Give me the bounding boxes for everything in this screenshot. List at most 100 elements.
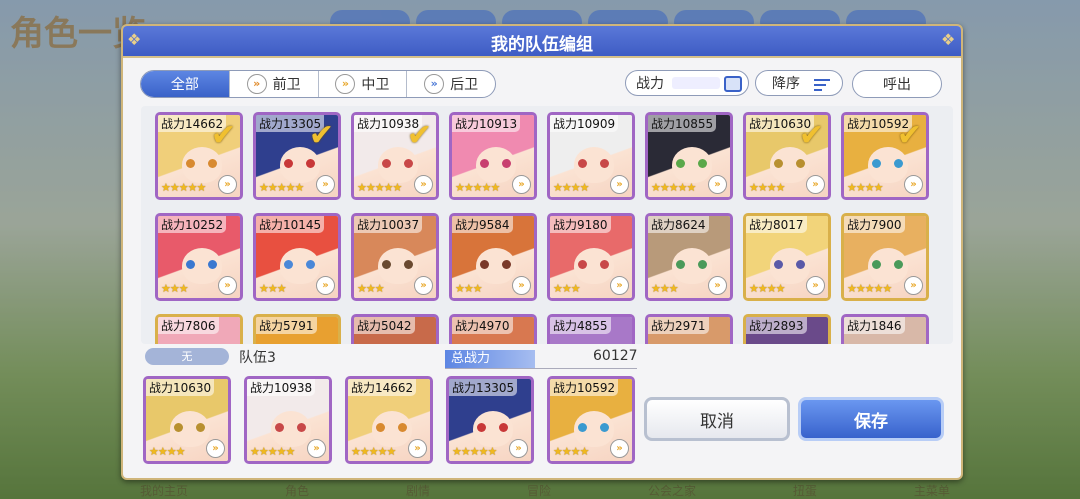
background-bottom-nav: 我的主页 角色 剧情 冒险 公会之家 扭蛋 主菜单 (120, 479, 970, 499)
character-card[interactable]: 战力5042★★★» (351, 314, 439, 344)
character-card[interactable]: 战力13305 ★★★★★» ✔ (253, 112, 341, 200)
character-card[interactable]: 战力7806★★★» (155, 314, 243, 344)
power-label: 战力10037 (354, 216, 423, 233)
total-power-label: 总战力 (445, 350, 535, 368)
character-card[interactable]: 战力10592 ★★★★ » (547, 376, 635, 464)
power-label: 战力1846 (844, 317, 905, 334)
call-label: 呼出 (883, 77, 911, 93)
eye (698, 260, 707, 269)
eye (186, 159, 195, 168)
power-label: 战力5791 (256, 317, 317, 334)
eye (284, 159, 293, 168)
power-label: 战力10630 (146, 379, 215, 396)
character-card[interactable]: 战力9584 ★★★ » (449, 213, 537, 301)
eye (698, 159, 707, 168)
character-card[interactable]: 战力2893★★★» (743, 314, 831, 344)
order-label: 降序 (772, 76, 800, 92)
roster-grid-area[interactable]: 战力14662 ★★★★★» ✔ 战力13305 ★★★★★» ✔ 战力10938 ★★★★★… (141, 106, 953, 344)
check-icon: ✔ (896, 118, 922, 153)
power-label: 战力10592 (550, 379, 619, 396)
star-rating: ★★★★ (749, 181, 785, 194)
check-icon: ✔ (406, 118, 432, 153)
power-label: 战力7900 (844, 216, 905, 233)
eye (196, 423, 205, 432)
power-label: 战力8624 (648, 216, 709, 233)
character-card[interactable]: 战力10630 ★★★★ » (143, 376, 231, 464)
tab-all[interactable]: 全部 (141, 71, 230, 97)
eye (306, 159, 315, 168)
tab-mid[interactable]: » 中卫 (319, 71, 408, 97)
eye (894, 159, 903, 168)
tab-back-label: 后卫 (450, 77, 479, 93)
character-card[interactable]: 战力8624 ★★★ » (645, 213, 733, 301)
eye (382, 260, 391, 269)
star-rating: ★★★★★ (455, 181, 500, 194)
character-card[interactable]: 战力9180 ★★★ » (547, 213, 635, 301)
character-card[interactable]: 战力10913 ★★★★★ » (449, 112, 537, 200)
cancel-button[interactable]: 取消 (644, 397, 790, 441)
order-button[interactable]: 降序 (755, 70, 843, 96)
team-name: 队伍3 (239, 350, 276, 366)
save-button[interactable]: 保存 (798, 397, 944, 441)
sort-select[interactable]: 战力 (625, 70, 749, 96)
eye (174, 423, 183, 432)
character-card[interactable]: 战力5791★★★» (253, 314, 341, 344)
eye (600, 423, 609, 432)
character-card[interactable]: 战力14662 ★★★★★» ✔ (155, 112, 243, 200)
power-label: 战力10913 (452, 115, 521, 132)
background-nav-item: 主菜单 (913, 484, 950, 498)
eye (480, 159, 489, 168)
position-icon: » (414, 175, 433, 194)
chevron-back-icon: » (424, 74, 445, 94)
character-card[interactable]: 战力4970★★★» (449, 314, 537, 344)
character-card[interactable]: 战力10909 ★★★★ » (547, 112, 635, 200)
star-rating: ★★★ (455, 282, 483, 295)
chevron-front-icon: » (246, 74, 267, 94)
character-card[interactable]: 战力10037 ★★★ » (351, 213, 439, 301)
character-card[interactable]: 战力10938 ★★★★★ » (244, 376, 332, 464)
position-icon: » (610, 175, 629, 194)
character-card[interactable]: 战力10252 ★★★ » (155, 213, 243, 301)
star-rating: ★★★ (553, 282, 581, 295)
team-badge[interactable]: 无 (145, 348, 229, 365)
character-card[interactable]: 战力10630 ★★★★» ✔ (743, 112, 831, 200)
check-icon: ✔ (798, 118, 824, 153)
position-icon: » (509, 439, 528, 458)
character-card[interactable]: 战力10145 ★★★ » (253, 213, 341, 301)
position-icon: » (610, 276, 629, 295)
power-label: 战力10938 (247, 379, 316, 396)
dialog-title: 我的队伍编组 (491, 35, 593, 55)
character-card[interactable]: 战力10855 ★★★★★ » (645, 112, 733, 200)
eye (297, 423, 306, 432)
star-rating: ★★★★★ (161, 181, 206, 194)
character-card[interactable]: 战力10938 ★★★★★» ✔ (351, 112, 439, 200)
star-rating: ★★★★ (847, 181, 883, 194)
position-icon: » (610, 439, 629, 458)
tab-back[interactable]: » 后卫 (407, 71, 495, 97)
character-card[interactable]: 战力4855★★★» (547, 314, 635, 344)
position-icon: » (708, 175, 727, 194)
call-button[interactable]: 呼出 (852, 70, 942, 98)
eye (275, 423, 284, 432)
position-icon: » (218, 276, 237, 295)
power-label: 战力9584 (452, 216, 513, 233)
character-card[interactable]: 战力1846★★★» (841, 314, 929, 344)
character-card[interactable]: 战力7900 ★★★★★ » (841, 213, 929, 301)
tab-front[interactable]: » 前卫 (230, 71, 319, 97)
eye (578, 423, 587, 432)
dialog-header: ❖ 我的队伍编组 ❖ (123, 26, 961, 58)
sort-blank (672, 77, 720, 89)
character-card[interactable]: 战力14662 ★★★★★ » (345, 376, 433, 464)
eye (208, 159, 217, 168)
character-card[interactable]: 战力8017 ★★★★ » (743, 213, 831, 301)
eye (502, 260, 511, 269)
character-card[interactable]: 战力13305 ★★★★★ » (446, 376, 534, 464)
power-label: 战力2971 (648, 317, 709, 334)
sort-label: 战力 (636, 76, 664, 92)
position-icon: » (512, 276, 531, 295)
power-label: 战力10909 (550, 115, 619, 132)
character-card[interactable]: 战力10592 ★★★★» ✔ (841, 112, 929, 200)
character-card[interactable]: 战力2971★★★» (645, 314, 733, 344)
eye (774, 260, 783, 269)
power-label: 战力9180 (550, 216, 611, 233)
